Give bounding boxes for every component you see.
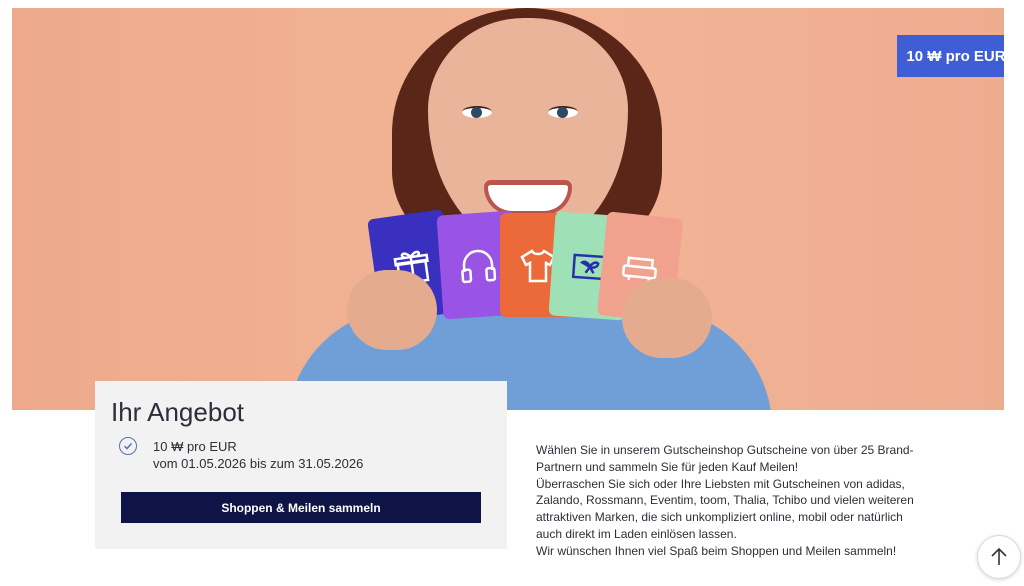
hero-eye-left	[462, 106, 492, 118]
headphones-icon	[461, 249, 497, 284]
hero-eye-right	[548, 106, 578, 118]
hero-hand-right	[622, 278, 712, 358]
shop-and-collect-button[interactable]: Shoppen & Meilen sammeln	[121, 492, 481, 523]
offer-description: Wählen Sie in unserem Gutscheinshop Guts…	[536, 442, 916, 560]
offer-box: Ihr Angebot 10 ₩ pro EUR vom 01.05.2026 …	[95, 381, 507, 549]
hero-banner: 10 ₩ pro EUR	[12, 8, 1004, 410]
checkmark-icon	[119, 437, 137, 455]
description-paragraph: Wählen Sie in unserem Gutscheinshop Guts…	[536, 443, 914, 474]
arrow-up-icon	[991, 547, 1007, 565]
offer-rate: 10 ₩ pro EUR	[153, 439, 237, 454]
miles-rate-badge: 10 ₩ pro EUR	[897, 35, 1004, 77]
offer-title: Ihr Angebot	[111, 397, 244, 427]
offer-period: vom 01.05.2026 bis zum 31.05.2026	[153, 456, 364, 471]
hero-smile	[484, 180, 572, 215]
scroll-to-top-button[interactable]	[977, 535, 1021, 579]
description-paragraph: Überraschen Sie sich oder Ihre Liebsten …	[536, 476, 914, 541]
hero-hand-left	[347, 270, 437, 350]
description-paragraph: Wir wünschen Ihnen viel Spaß beim Shoppe…	[536, 543, 897, 558]
